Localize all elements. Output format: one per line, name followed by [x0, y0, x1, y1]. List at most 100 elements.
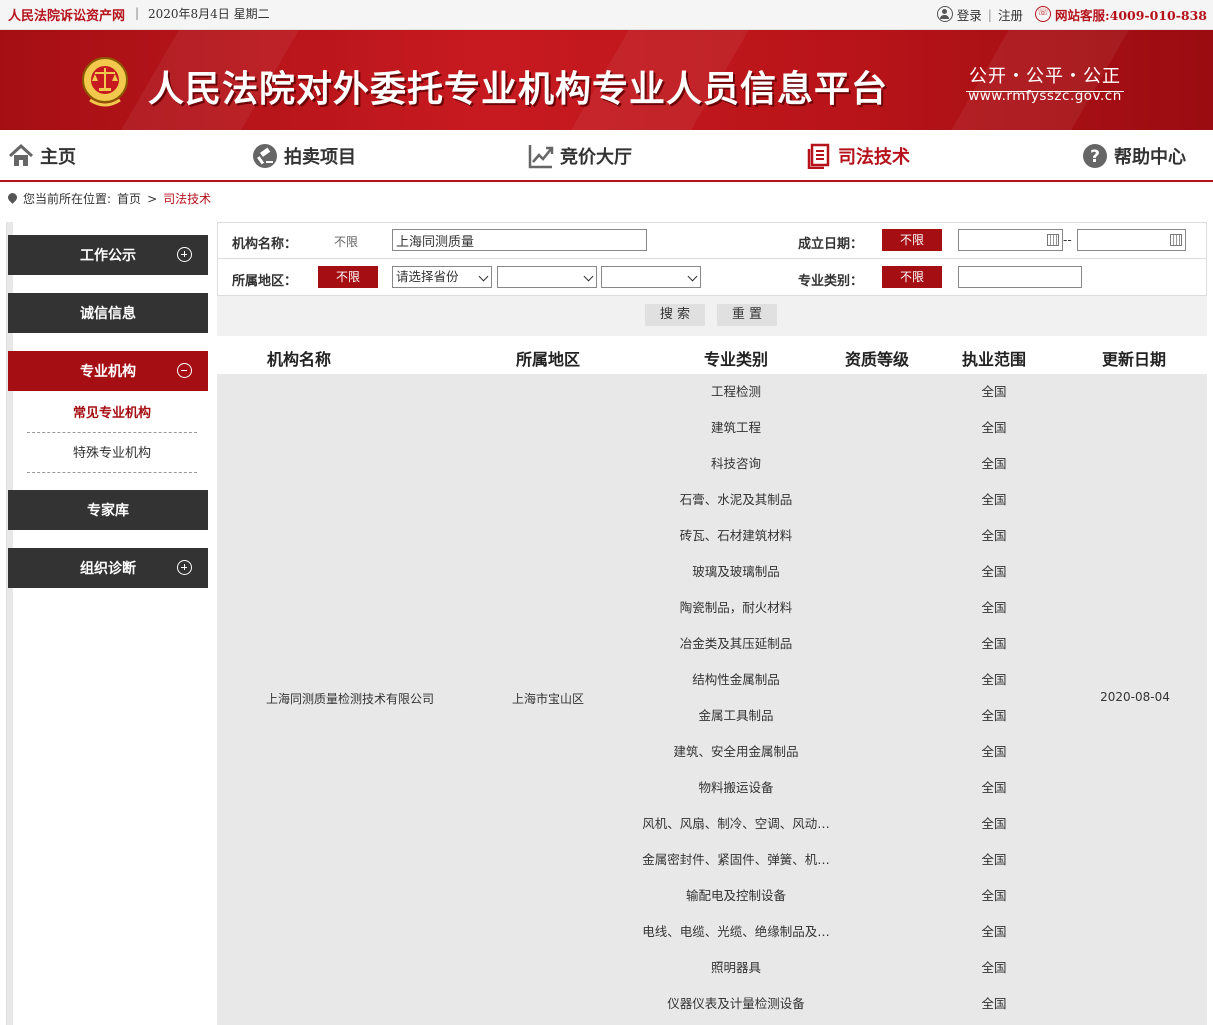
side-professional-org[interactable]: 专业机构 [8, 351, 208, 391]
left-sidebar: 工作公示 诚信信息 专业机构 常见专业机构 特殊专业机构 专家库 组织诊断 [6, 222, 208, 1025]
col-org-name: 机构名称 [267, 350, 332, 369]
platform-title: 人民法院对外委托专业机构专业人员信息平台 [148, 69, 889, 110]
breadcrumb-current[interactable]: 司法技术 [163, 190, 211, 207]
login-link[interactable]: 登录 [957, 5, 982, 24]
category-cell: 冶金类及其压延制品 [679, 636, 793, 651]
category-cell: 仪器仪表及计量检测设备 [667, 996, 805, 1011]
org-name-unlimited[interactable]: 不限 [334, 233, 358, 250]
scope-cell: 全国 [981, 456, 1007, 471]
search-button[interactable]: 搜 索 [645, 304, 705, 326]
hotline: 网站客服:4009-010-838 [1055, 7, 1207, 23]
side-expert-pool[interactable]: 专家库 [8, 490, 208, 530]
nav-auction[interactable]: 拍卖项目 [252, 142, 356, 170]
login-register-divider: | [987, 6, 993, 22]
col-updated: 更新日期 [1102, 350, 1167, 369]
side-credit-info[interactable]: 诚信信息 [8, 293, 208, 333]
site-url: www.rmfysszc.gov.cn [968, 88, 1122, 104]
chevron-down-icon [583, 271, 594, 282]
expand-plus-icon[interactable] [177, 247, 192, 262]
side-label: 组织诊断 [80, 561, 136, 577]
nav-label: 帮助中心 [1114, 147, 1186, 168]
scope-cell: 全国 [981, 384, 1007, 399]
home-icon [8, 143, 34, 166]
side-label: 诚信信息 [80, 306, 136, 322]
province-select[interactable]: 请选择省份 [392, 266, 492, 288]
phone-icon: ☏ [1035, 6, 1052, 22]
sub-special-org[interactable]: 特殊专业机构 [27, 435, 197, 473]
col-category: 专业类别 [704, 350, 769, 369]
action-bar: 搜 索 重 置 [217, 296, 1207, 336]
city-select[interactable] [497, 266, 597, 288]
calendar-icon[interactable] [1047, 234, 1059, 246]
founded-date-unlimited-button[interactable]: 不限 [882, 229, 942, 251]
category-unlimited-button[interactable]: 不限 [882, 266, 942, 288]
category-input[interactable] [958, 266, 1082, 288]
scope-cell: 全国 [981, 960, 1007, 975]
updated-cell: 2020-08-04 [1100, 690, 1170, 704]
category-cell: 输配电及控制设备 [685, 888, 786, 903]
scope-cell: 全国 [981, 816, 1007, 831]
category-cell: 建筑工程 [710, 420, 761, 435]
category-cell: 金属工具制品 [698, 708, 774, 723]
category-cell: 石膏、水泥及其制品 [679, 492, 793, 507]
breadcrumb: 您当前所在位置: 首页 > 司法技术 [8, 190, 211, 207]
region-label: 所属地区： [232, 274, 298, 289]
nav-label: 主页 [40, 147, 76, 168]
org-name-cell[interactable]: 上海同测质量检测技术有限公司 [257, 690, 443, 707]
org-name-input[interactable] [392, 229, 647, 251]
nav-label: 司法技术 [838, 147, 910, 168]
scope-cell: 全国 [981, 528, 1007, 543]
scope-cell: 全国 [981, 744, 1007, 759]
region-unlimited-button[interactable]: 不限 [318, 266, 378, 288]
nav-label: 竞价大厅 [560, 147, 632, 168]
side-work-notice[interactable]: 工作公示 [8, 235, 208, 275]
sub-common-org[interactable]: 常见专业机构 [27, 395, 197, 433]
svg-text:?: ? [1090, 147, 1100, 167]
location-pin-icon [8, 193, 17, 205]
gavel-icon [253, 144, 277, 168]
category-cell: 工程检测 [710, 384, 761, 399]
help-icon: ? [1083, 144, 1107, 168]
table-row[interactable]: 上海同测质量检测技术有限公司 上海市宝山区 2020-08-04 工程检测 全国建… [217, 374, 1207, 1025]
scope-cell: 全国 [981, 852, 1007, 867]
site-name[interactable]: 人民法院诉讼资产网 [8, 5, 125, 24]
top-separator: | [135, 6, 140, 20]
filter-row-2: 所属地区： 不限 请选择省份 专业类别： 不限 [218, 260, 1206, 296]
province-select-value: 请选择省份 [396, 269, 459, 284]
chevron-down-icon [478, 271, 489, 282]
col-qualification: 资质等级 [845, 350, 910, 369]
nav-judicial-tech[interactable]: 司法技术 [806, 142, 910, 170]
scope-cell: 全国 [981, 636, 1007, 651]
side-label: 专业机构 [80, 364, 136, 380]
category-cell: 电线、电缆、光缆、绝缘制品及… [642, 924, 830, 939]
category-cell: 建筑、安全用金属制品 [673, 744, 799, 759]
scope-cell: 全国 [981, 492, 1007, 507]
scope-cell: 全国 [981, 924, 1007, 939]
register-link[interactable]: 注册 [998, 5, 1023, 24]
district-select[interactable] [601, 266, 701, 288]
col-region: 所属地区 [516, 350, 581, 369]
category-cell: 结构性金属制品 [692, 672, 780, 687]
collapse-minus-icon[interactable] [177, 363, 192, 378]
category-cell: 物料搬运设备 [698, 780, 774, 795]
org-name-label: 机构名称： [232, 237, 298, 252]
reset-button[interactable]: 重 置 [717, 304, 777, 326]
nav-help[interactable]: ? 帮助中心 [1082, 142, 1186, 170]
nav-home[interactable]: 主页 [8, 142, 76, 170]
side-org-diagnosis[interactable]: 组织诊断 [8, 548, 208, 588]
scope-cell: 全国 [981, 672, 1007, 687]
table-header: 机构名称 所属地区 专业类别 资质等级 执业范围 更新日期 [217, 336, 1207, 374]
scope-cell: 全国 [981, 708, 1007, 723]
main-content: 机构名称： 不限 成立日期： 不限 -- 所属地区： 不限 请选择省份 [217, 222, 1207, 1025]
date-separator: -- [1063, 233, 1072, 247]
date-end-input[interactable] [1077, 229, 1186, 251]
calendar-icon[interactable] [1170, 234, 1182, 246]
breadcrumb-home[interactable]: 首页 [117, 190, 141, 207]
nav-bidding[interactable]: 竞价大厅 [528, 142, 632, 170]
category-cell: 照明器具 [710, 960, 761, 975]
breadcrumb-arrow: > [147, 191, 158, 206]
scope-cell: 全国 [981, 780, 1007, 795]
date-start-input[interactable] [958, 229, 1063, 251]
expand-plus-icon[interactable] [177, 560, 192, 575]
current-date: 2020年8月4日 星期二 [148, 7, 270, 21]
